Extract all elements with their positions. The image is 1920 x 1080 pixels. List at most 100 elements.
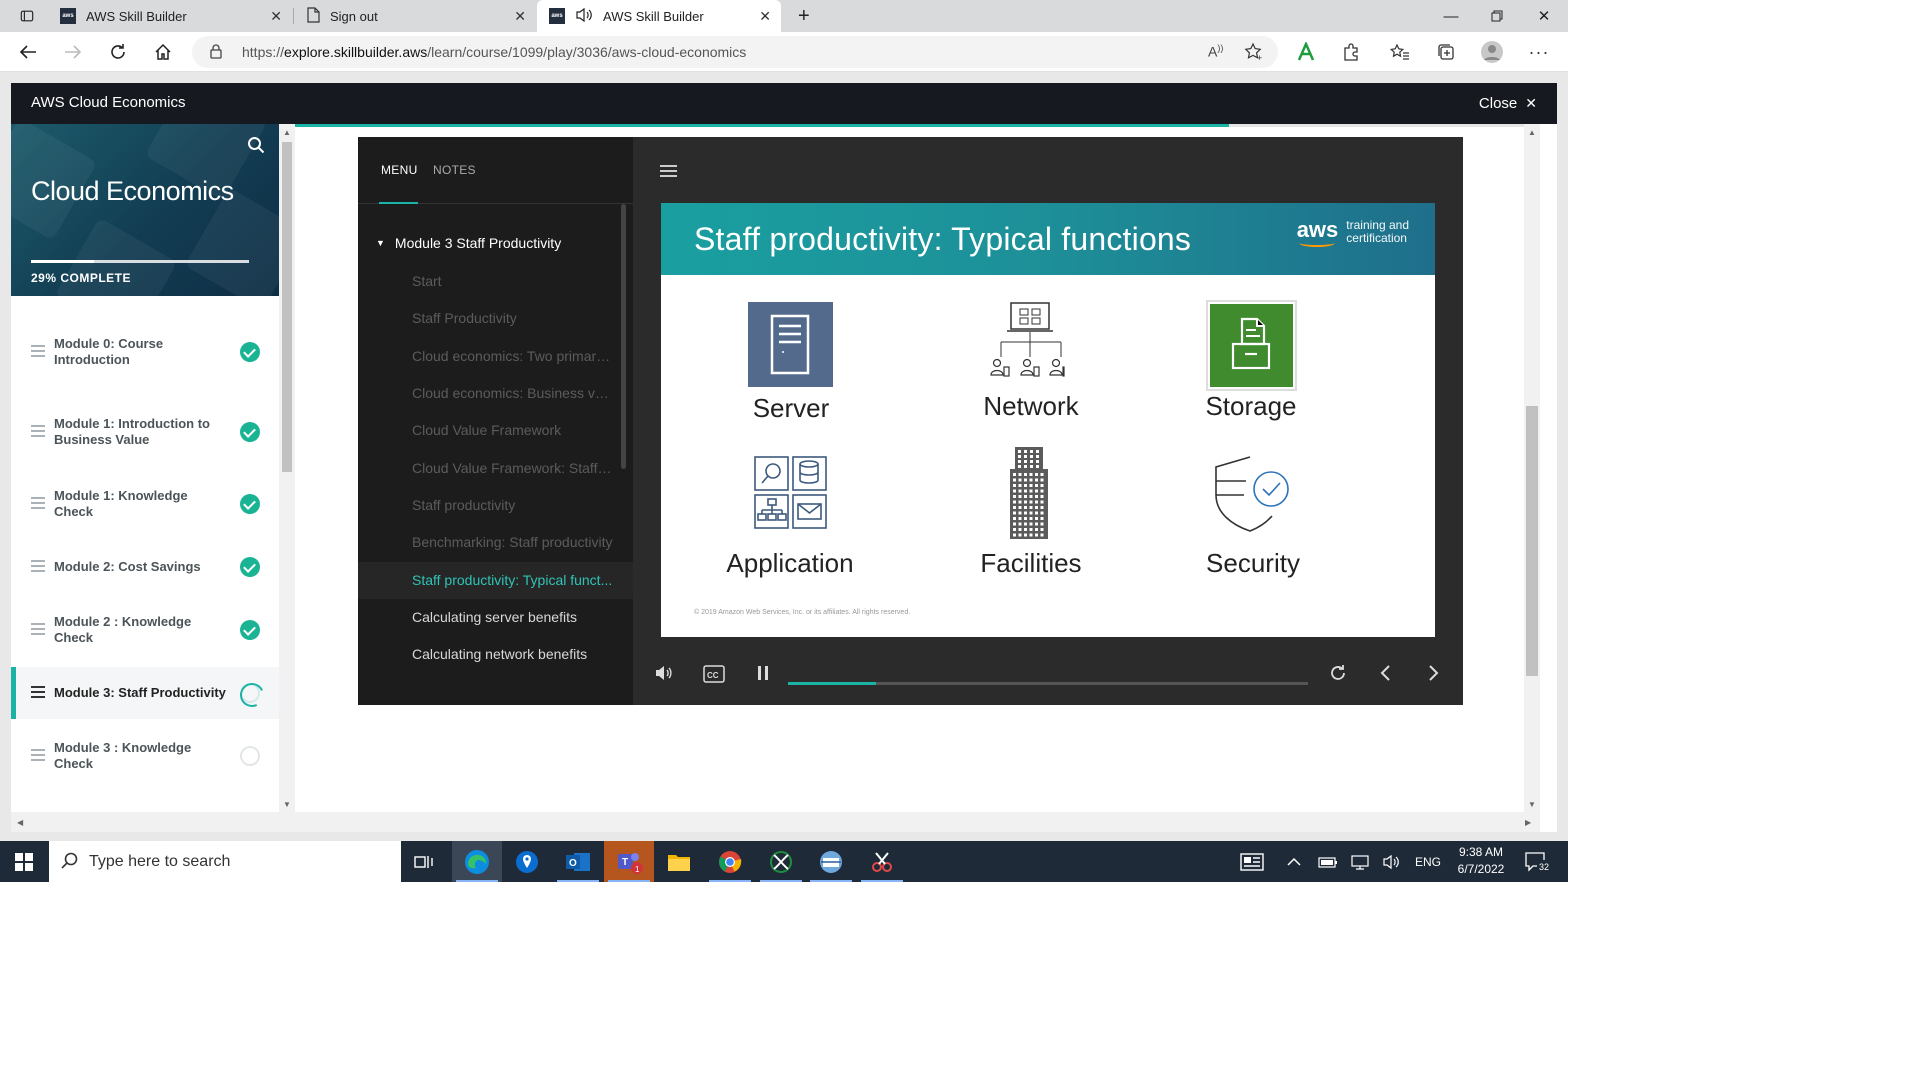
lock-icon[interactable] bbox=[210, 44, 222, 64]
hamburger-menu-icon[interactable] bbox=[660, 165, 677, 180]
speaker-icon[interactable] bbox=[1382, 841, 1402, 882]
menu-item[interactable]: Calculating server benefits bbox=[358, 599, 633, 636]
module-item[interactable]: Module 1: Introduction to Business Value bbox=[11, 408, 279, 456]
horizontal-scrollbar[interactable]: ◀ ▶ bbox=[11, 812, 1540, 832]
browser-tab-2[interactable]: Sign out ✕ bbox=[294, 0, 536, 32]
teams-app-icon[interactable]: T1 bbox=[604, 841, 654, 882]
close-course-button[interactable]: Close ✕ bbox=[1479, 95, 1537, 112]
tab-actions-icon[interactable] bbox=[8, 0, 46, 32]
extensions-icon[interactable] bbox=[1337, 38, 1365, 66]
browser-tab-3[interactable]: aws AWS Skill Builder ✕ bbox=[537, 0, 781, 32]
new-tab-icon[interactable]: + bbox=[786, 0, 816, 32]
minimize-icon[interactable]: — bbox=[1428, 0, 1474, 32]
module-item[interactable]: Module 2 : Knowledge Check bbox=[11, 610, 279, 650]
course-progress-fill bbox=[31, 260, 95, 263]
back-icon[interactable] bbox=[14, 38, 42, 66]
close-tab-icon[interactable]: ✕ bbox=[759, 8, 771, 25]
refresh-icon[interactable] bbox=[104, 38, 132, 66]
snipping-tool-icon[interactable] bbox=[857, 841, 907, 882]
building-window bbox=[1018, 478, 1022, 482]
module-item[interactable]: Module 0: Course Introduction bbox=[11, 328, 279, 376]
volume-icon[interactable] bbox=[654, 664, 674, 687]
scroll-up-icon[interactable]: ▲ bbox=[283, 128, 291, 137]
building-window bbox=[1013, 506, 1016, 509]
home-icon[interactable] bbox=[149, 38, 177, 66]
module-item[interactable]: Module 3 : Knowledge Check bbox=[11, 736, 279, 776]
taskbar-search-box[interactable]: Type here to search bbox=[49, 841, 401, 882]
remote-desktop-icon[interactable] bbox=[806, 841, 856, 882]
favorite-star-icon[interactable]: + bbox=[1244, 42, 1264, 67]
forward-icon[interactable] bbox=[59, 38, 87, 66]
system-clock[interactable]: 9:38 AM 6/7/2022 bbox=[1446, 844, 1516, 878]
next-slide-icon[interactable] bbox=[1428, 664, 1440, 687]
close-tab-icon[interactable]: ✕ bbox=[270, 8, 282, 25]
scroll-left-icon[interactable]: ◀ bbox=[17, 818, 23, 827]
menu-item[interactable]: Cloud economics: Business value bbox=[358, 375, 633, 412]
scroll-up-icon[interactable]: ▲ bbox=[1528, 128, 1536, 137]
seek-fill bbox=[788, 682, 877, 685]
close-tab-icon[interactable]: ✕ bbox=[514, 8, 526, 25]
maps-app-icon[interactable] bbox=[502, 841, 552, 882]
file-explorer-icon[interactable] bbox=[654, 841, 704, 882]
module-item-current[interactable]: Module 3: Staff Productivity bbox=[11, 667, 279, 719]
function-label-storage: Storage bbox=[1205, 391, 1297, 421]
closed-captions-icon[interactable]: CC bbox=[703, 665, 725, 688]
menu-section-header[interactable]: ▼ Module 3 Staff Productivity bbox=[376, 235, 561, 251]
scroll-down-icon[interactable]: ▼ bbox=[283, 800, 291, 809]
language-indicator[interactable]: ENG bbox=[1415, 841, 1441, 882]
building-window bbox=[1024, 465, 1027, 468]
menu-item[interactable]: Start bbox=[358, 263, 633, 300]
show-hidden-icons-icon[interactable] bbox=[1287, 841, 1301, 882]
read-aloud-icon[interactable]: A)) bbox=[1208, 43, 1223, 60]
menu-item[interactable]: Cloud Value Framework: Staff p... bbox=[358, 450, 633, 487]
seek-bar[interactable] bbox=[788, 682, 1308, 685]
scrollbar-thumb[interactable] bbox=[282, 142, 292, 472]
scroll-down-icon[interactable]: ▼ bbox=[1528, 800, 1536, 809]
replay-icon[interactable] bbox=[1329, 664, 1347, 687]
content-scrollbar[interactable]: ▲ ▼ bbox=[1524, 124, 1540, 812]
audio-playing-icon[interactable] bbox=[575, 7, 593, 26]
building-window bbox=[1040, 473, 1044, 476]
building-window bbox=[1024, 484, 1027, 487]
url-field[interactable]: https://explore.skillbuilder.aws/learn/c… bbox=[192, 36, 1278, 68]
more-options-icon[interactable]: ··· bbox=[1525, 38, 1553, 66]
outlook-app-icon[interactable]: O bbox=[553, 841, 603, 882]
scrollbar-thumb[interactable] bbox=[1526, 406, 1538, 676]
menu-item[interactable]: Staff Productivity bbox=[358, 300, 633, 337]
favorites-icon[interactable] bbox=[1386, 38, 1414, 66]
previous-slide-icon[interactable] bbox=[1379, 664, 1391, 687]
extension-a-icon[interactable] bbox=[1292, 38, 1320, 66]
news-widget-icon[interactable] bbox=[1240, 841, 1264, 882]
browser-tab-1[interactable]: aws AWS Skill Builder ✕ bbox=[48, 0, 292, 32]
menu-item-current[interactable]: Staff productivity: Typical funct... bbox=[358, 562, 633, 599]
search-icon[interactable] bbox=[247, 136, 265, 159]
scroll-right-icon[interactable]: ▶ bbox=[1525, 818, 1531, 827]
windows-start-icon[interactable] bbox=[0, 841, 48, 882]
sidebar-scrollbar[interactable]: ▲ ▼ bbox=[279, 124, 295, 812]
module-item[interactable]: Module 2: Cost Savings bbox=[11, 547, 279, 587]
building-window bbox=[1018, 528, 1022, 531]
module-label: Module 2: Cost Savings bbox=[54, 559, 201, 574]
window-close-icon[interactable]: ✕ bbox=[1521, 0, 1567, 32]
menu-item[interactable]: Cloud Value Framework bbox=[358, 412, 633, 449]
menu-item[interactable]: Staff productivity bbox=[358, 487, 633, 524]
network-status-icon[interactable] bbox=[1350, 841, 1370, 882]
collections-icon[interactable] bbox=[1432, 38, 1460, 66]
menu-item[interactable]: Cloud economics: Two primary ... bbox=[358, 338, 633, 375]
player-controls: CC bbox=[633, 650, 1463, 705]
profile-avatar-icon[interactable] bbox=[1478, 38, 1506, 66]
restore-icon[interactable] bbox=[1474, 0, 1520, 32]
menu-item[interactable]: Calculating network benefits bbox=[358, 636, 633, 673]
xbox-app-icon[interactable] bbox=[756, 841, 806, 882]
battery-icon[interactable] bbox=[1318, 841, 1338, 882]
tab-notes[interactable]: NOTES bbox=[433, 163, 476, 177]
menu-item[interactable]: Benchmarking: Staff productivity bbox=[358, 524, 633, 561]
notifications-icon[interactable]: 32 bbox=[1524, 841, 1554, 882]
tab-title: AWS Skill Builder bbox=[86, 8, 187, 24]
tab-menu[interactable]: MENU bbox=[381, 163, 418, 177]
task-view-icon[interactable] bbox=[399, 841, 449, 882]
edge-app-icon[interactable] bbox=[452, 841, 502, 882]
chrome-app-icon[interactable] bbox=[705, 841, 755, 882]
pause-icon[interactable] bbox=[757, 665, 769, 686]
module-item[interactable]: Module 1: Knowledge Check bbox=[11, 484, 279, 524]
